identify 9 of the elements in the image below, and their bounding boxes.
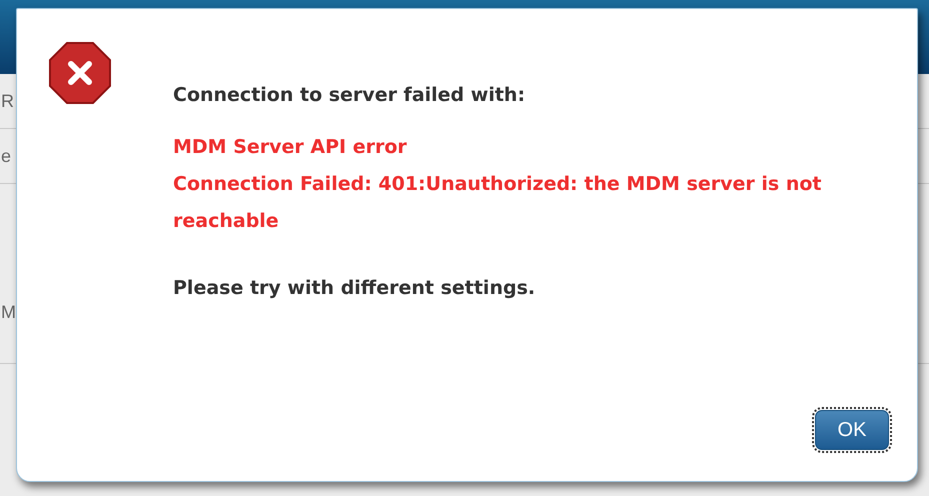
error-message: Connection Failed: 401:Unauthorized: the MDM server is not reachable <box>173 172 822 234</box>
row-label: R <box>0 90 14 112</box>
hint-text: Please try with different settings. <box>173 276 536 301</box>
error-icon <box>49 42 111 104</box>
error-message: MDM Server API error <box>173 135 408 160</box>
ok-button[interactable]: OK <box>815 410 889 450</box>
error-heading: Connection to server failed with: <box>173 83 526 108</box>
row-label: M <box>0 302 16 323</box>
row-label: e <box>0 146 12 166</box>
